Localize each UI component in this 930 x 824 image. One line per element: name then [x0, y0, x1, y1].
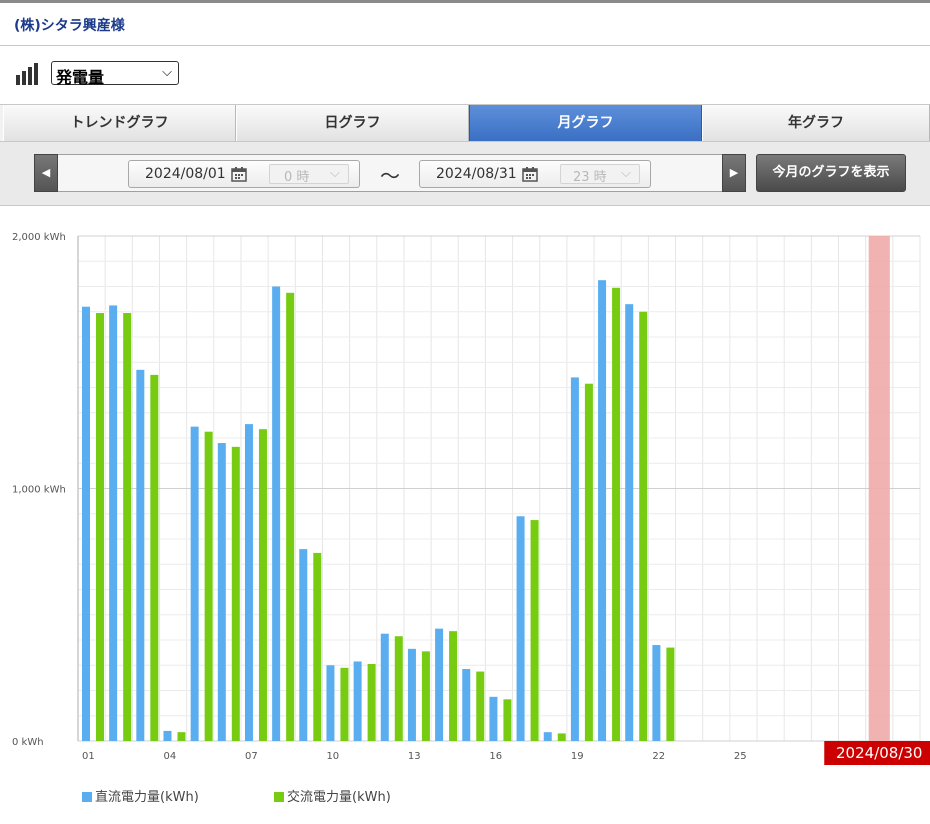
start-hour-select[interactable]: 0 時 ⌵ — [269, 164, 349, 185]
start-date-picker[interactable]: 2024/08/01 0 時 ⌵ — [128, 160, 360, 188]
bar-dc — [326, 665, 335, 741]
y-tick-label: 2,000 kWh — [12, 232, 66, 243]
x-tick-label: 07 — [245, 751, 258, 762]
calendar-icon[interactable] — [522, 166, 538, 182]
legend-item-ac[interactable]: 交流電力量(kWh) — [274, 786, 391, 805]
bar-dc — [462, 669, 471, 741]
bar-dc — [163, 730, 172, 741]
measure-select[interactable]: 発電量 ⌵ — [51, 61, 179, 87]
bar-ac — [204, 431, 213, 741]
bar-dc — [652, 645, 661, 741]
bar-ac — [476, 671, 485, 741]
bar-ac — [421, 651, 430, 741]
end-date-value: 2024/08/31 — [436, 166, 517, 182]
tab-daily-graph[interactable]: 日グラフ — [236, 105, 469, 141]
x-tick-label: 01 — [82, 751, 95, 762]
legend-label-ac: 交流電力量(kWh) — [287, 790, 391, 805]
chevron-down-icon: ⌵ — [621, 166, 631, 181]
legend-label-dc: 直流電力量(kWh) — [95, 790, 199, 805]
chevron-down-icon: ⌵ — [330, 166, 340, 181]
bar-ac — [96, 313, 104, 741]
x-tick-label: 10 — [326, 751, 339, 762]
bar-ac — [584, 383, 593, 741]
monthly-bar-chart: 0 kWh 1,000 kWh 2,000 kWh 01 04 07 10 13 16 19 22 2… — [12, 232, 930, 765]
triangle-left-icon: ◀ — [41, 166, 51, 179]
bar-ac — [449, 631, 458, 741]
tab-yearly-graph[interactable]: 年グラフ — [702, 105, 930, 141]
next-period-button[interactable]: ▶ — [722, 154, 746, 192]
previous-period-button[interactable]: ◀ — [34, 154, 58, 192]
bar-ac — [666, 647, 675, 741]
bar-dc — [489, 696, 498, 741]
calendar-icon[interactable] — [231, 166, 247, 182]
start-hour-value: 0 時 — [284, 170, 310, 185]
bar-ac — [340, 667, 349, 741]
bar-dc — [625, 304, 634, 741]
bar-dc — [109, 305, 118, 741]
x-tick-label: 22 — [652, 751, 665, 762]
bar-ac — [177, 732, 186, 741]
bar-ac — [557, 733, 566, 741]
x-tick-label: 19 — [571, 751, 584, 762]
triangle-right-icon: ▶ — [729, 166, 739, 179]
bar-dc — [190, 426, 199, 741]
bar-ac — [231, 446, 240, 741]
chevron-down-icon: ⌵ — [162, 65, 172, 80]
bar-ac — [286, 292, 295, 741]
bar-dc — [598, 280, 607, 741]
tab-monthly-graph[interactable]: 月グラフ — [469, 105, 702, 141]
show-this-month-button[interactable]: 今月のグラフを表示 — [756, 154, 906, 192]
bar-chart-icon — [16, 63, 40, 85]
range-separator: ～ — [380, 164, 400, 188]
selected-date-label: 2024/08/30 — [836, 744, 922, 762]
bar-dc — [217, 443, 226, 741]
bar-dc — [435, 628, 444, 741]
y-tick-label: 0 kWh — [12, 737, 44, 748]
x-tick-label: 16 — [489, 751, 502, 762]
bar-dc — [380, 633, 389, 741]
legend-swatch-ac — [274, 792, 284, 802]
bar-dc — [353, 661, 362, 741]
end-hour-select[interactable]: 23 時 ⌵ — [560, 164, 640, 185]
end-hour-value: 23 時 — [573, 170, 607, 185]
highlight-column — [868, 236, 890, 741]
legend-item-dc[interactable]: 直流電力量(kWh) — [82, 786, 199, 805]
bar-ac — [639, 311, 648, 741]
bar-ac — [503, 699, 512, 741]
start-date-value: 2024/08/01 — [145, 166, 226, 182]
bar-dc — [82, 306, 90, 741]
x-tick-label: 13 — [408, 751, 421, 762]
bar-dc — [299, 549, 308, 741]
bar-ac — [313, 552, 322, 741]
bar-dc — [407, 648, 416, 741]
bar-dc — [272, 286, 281, 741]
y-tick-label: 1,000 kWh — [12, 485, 66, 496]
graph-tabs: トレンドグラフ 日グラフ 月グラフ 年グラフ — [0, 105, 930, 142]
bar-dc — [516, 516, 525, 741]
bar-ac — [612, 287, 621, 741]
x-tick-label: 25 — [734, 751, 747, 762]
page-header: (株)シタラ興産様 — [0, 3, 930, 46]
chart-area: 0 kWh 1,000 kWh 2,000 kWh 01 04 07 10 13 16 19 22 2… — [0, 206, 930, 820]
bar-dc — [570, 377, 579, 741]
measure-select-value: 発電量 — [56, 68, 105, 87]
tab-trend-graph[interactable]: トレンドグラフ — [3, 105, 236, 141]
bar-ac — [150, 374, 159, 741]
x-tick-label: 04 — [163, 751, 176, 762]
bar-dc — [543, 732, 552, 741]
measure-row: 発電量 ⌵ — [0, 46, 930, 105]
bar-ac — [394, 636, 403, 741]
end-date-picker[interactable]: 2024/08/31 23 時 ⌵ — [419, 160, 651, 188]
bar-ac — [258, 429, 267, 741]
bar-dc — [244, 424, 253, 741]
customer-title: (株)シタラ興産様 — [14, 18, 125, 34]
legend-swatch-dc — [82, 792, 92, 802]
bar-dc — [136, 369, 145, 741]
bar-ac — [530, 520, 539, 741]
date-range-bar: ◀ 2024/08/01 0 時 ⌵ ～ 2024/08/31 23 時 ⌵ ▶… — [0, 142, 930, 206]
bar-ac — [367, 663, 376, 741]
bar-ac — [123, 313, 132, 741]
